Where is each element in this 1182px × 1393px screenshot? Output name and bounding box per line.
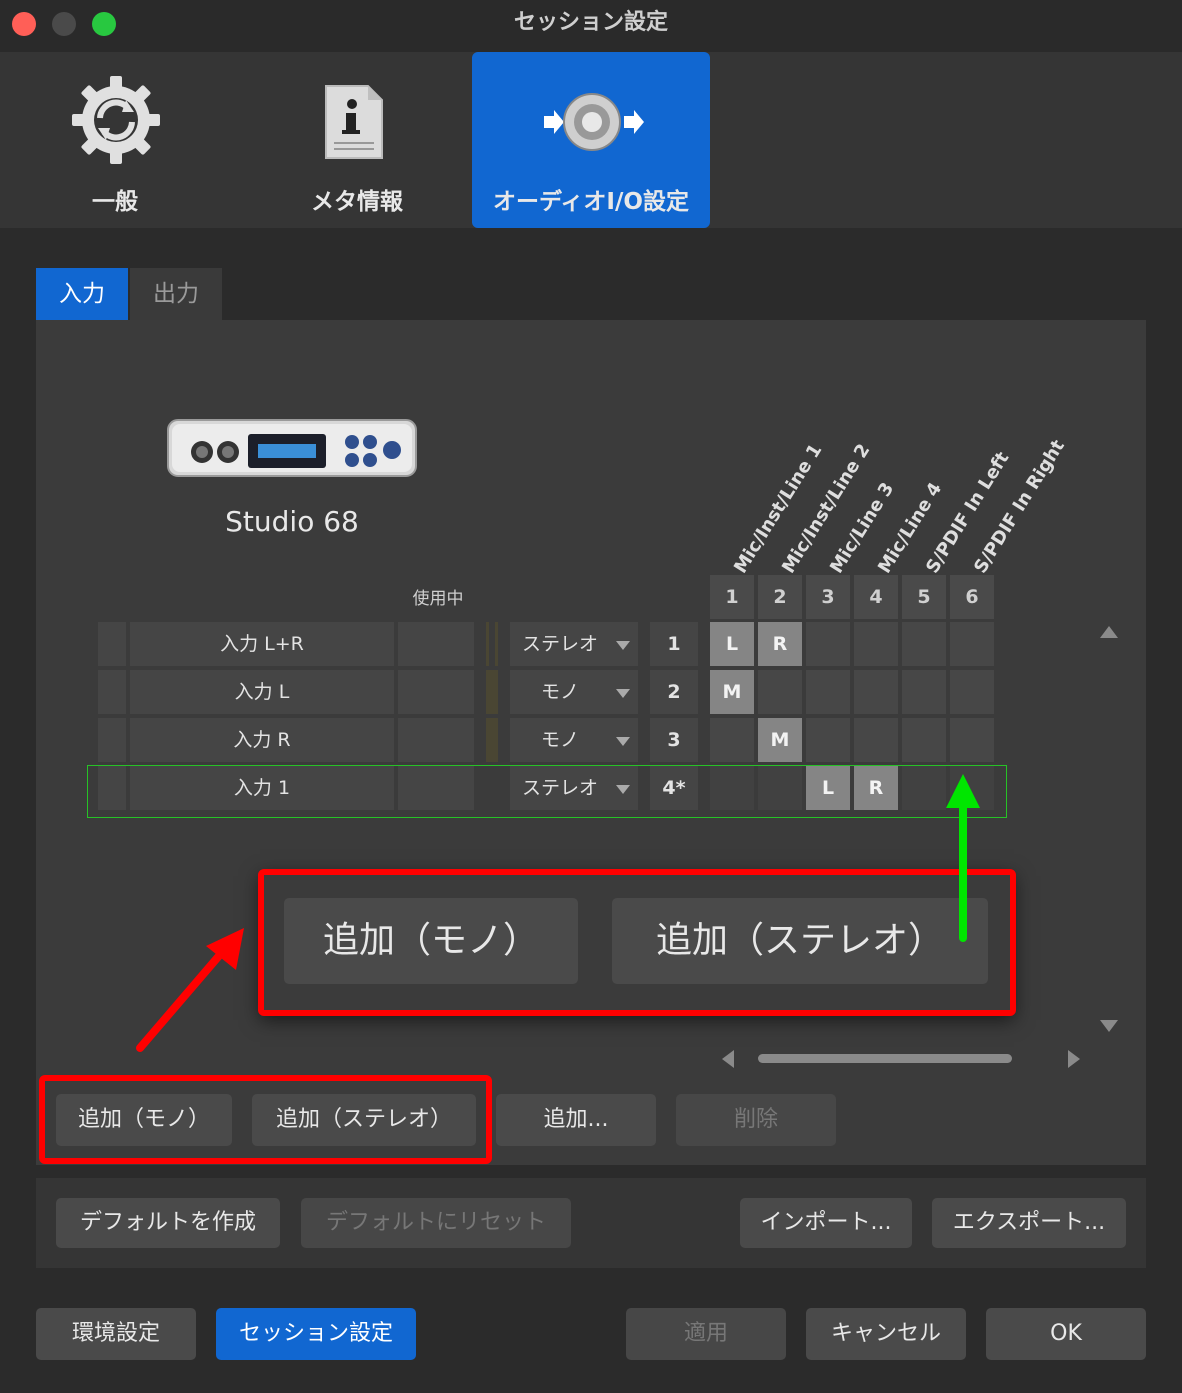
channel-color-cell[interactable] [398,670,474,714]
in-use-label: 使用中 [412,589,464,609]
channel-name[interactable]: 入力 L+R [130,622,394,666]
matrix-cell-3[interactable] [806,622,850,666]
apply-button[interactable]: 適用 [626,1308,786,1360]
channel-color-cell[interactable] [398,718,474,762]
channel-name[interactable]: 入力 L [130,670,394,714]
speaker-arrows-icon [544,93,644,151]
preferences-button[interactable]: 環境設定 [36,1308,196,1360]
info-document-icon [325,85,383,159]
selected-row-outline [87,765,1007,818]
matrix-cell-1[interactable]: M [710,670,754,714]
channel-type-select[interactable]: ステレオ [510,622,638,666]
column-header-1: 1 [710,575,754,619]
matrix-cell-4[interactable] [854,718,898,762]
sync-gear-icon [72,76,160,164]
callout-highlight-box [258,869,1016,1016]
row-handle[interactable] [98,670,126,714]
delete-button[interactable]: 削除 [676,1094,836,1146]
level-meter [486,622,498,666]
device-name: Studio 68 [225,505,359,538]
matrix-cell-5[interactable] [902,670,946,714]
reset-default-button[interactable]: デフォルトにリセット [301,1198,571,1248]
row-handle[interactable] [98,622,126,666]
column-header-6: 6 [950,575,994,619]
column-header-3: 3 [806,575,850,619]
matrix-cell-3[interactable] [806,718,850,762]
window-title: セッション設定 [513,10,668,35]
channel-type-select[interactable]: モノ [510,718,638,762]
toolbar-meta-info[interactable]: メタ情報 [238,52,476,228]
toolbar-audio-io-label: オーディオI/O設定 [493,189,689,215]
cancel-button[interactable]: キャンセル [806,1308,966,1360]
toolbar-general[interactable]: 一般 [0,52,238,228]
matrix-cell-6[interactable] [950,622,994,666]
channel-type-label: モノ [540,681,579,703]
channel-color-cell[interactable] [398,622,474,666]
add-buttons-highlight-box [39,1075,492,1164]
title-bar: セッション設定 [0,0,1182,52]
column-header-2: 2 [758,575,802,619]
add-more-button[interactable]: 追加... [496,1094,656,1146]
matrix-cell-2[interactable]: R [758,622,802,666]
make-default-button[interactable]: デフォルトを作成 [56,1198,280,1248]
channel-index: 1 [650,622,698,666]
horizontal-scrollbar[interactable] [758,1054,1012,1063]
toolbar-audio-io[interactable]: オーディオI/O設定 [472,52,710,228]
matrix-cell-5[interactable] [902,718,946,762]
matrix-cell-6[interactable] [950,718,994,762]
channel-index: 3 [650,718,698,762]
studio-68-device-image [167,419,417,477]
channel-type-label: ステレオ [521,633,598,655]
row-handle[interactable] [98,718,126,762]
matrix-cell-2[interactable]: M [758,718,802,762]
matrix-cell-6[interactable] [950,670,994,714]
scroll-down-icon[interactable] [1100,1020,1118,1032]
channel-type-select[interactable]: モノ [510,670,638,714]
matrix-cell-4[interactable] [854,670,898,714]
matrix-cell-1[interactable] [710,718,754,762]
matrix-cell-1[interactable]: L [710,622,754,666]
channel-type-label: モノ [540,729,579,751]
ok-button[interactable]: OK [986,1308,1146,1360]
dropdown-arrow-icon [616,689,630,698]
column-header-5: 5 [902,575,946,619]
import-button[interactable]: インポート... [740,1198,912,1248]
scroll-right-icon[interactable] [1068,1050,1080,1068]
dropdown-arrow-icon [616,641,630,650]
channel-index: 2 [650,670,698,714]
channel-name[interactable]: 入力 R [130,718,394,762]
column-header-4: 4 [854,575,898,619]
settings-toolbar: 一般 メタ情報 オーディオI/O設定 [0,52,1182,228]
session-settings-button[interactable]: セッション設定 [216,1308,416,1360]
toolbar-general-label: 一般 [92,189,138,215]
dropdown-arrow-icon [616,737,630,746]
level-meter [486,670,498,714]
export-button[interactable]: エクスポート... [932,1198,1126,1248]
tab-output[interactable]: 出力 [130,268,222,320]
scroll-up-icon[interactable] [1100,626,1118,638]
matrix-cell-3[interactable] [806,670,850,714]
matrix-cell-4[interactable] [854,622,898,666]
tab-input[interactable]: 入力 [36,268,128,320]
scroll-left-icon[interactable] [722,1050,734,1068]
level-meter [486,718,498,762]
toolbar-meta-info-label: メタ情報 [311,189,403,215]
matrix-cell-2[interactable] [758,670,802,714]
matrix-cell-5[interactable] [902,622,946,666]
